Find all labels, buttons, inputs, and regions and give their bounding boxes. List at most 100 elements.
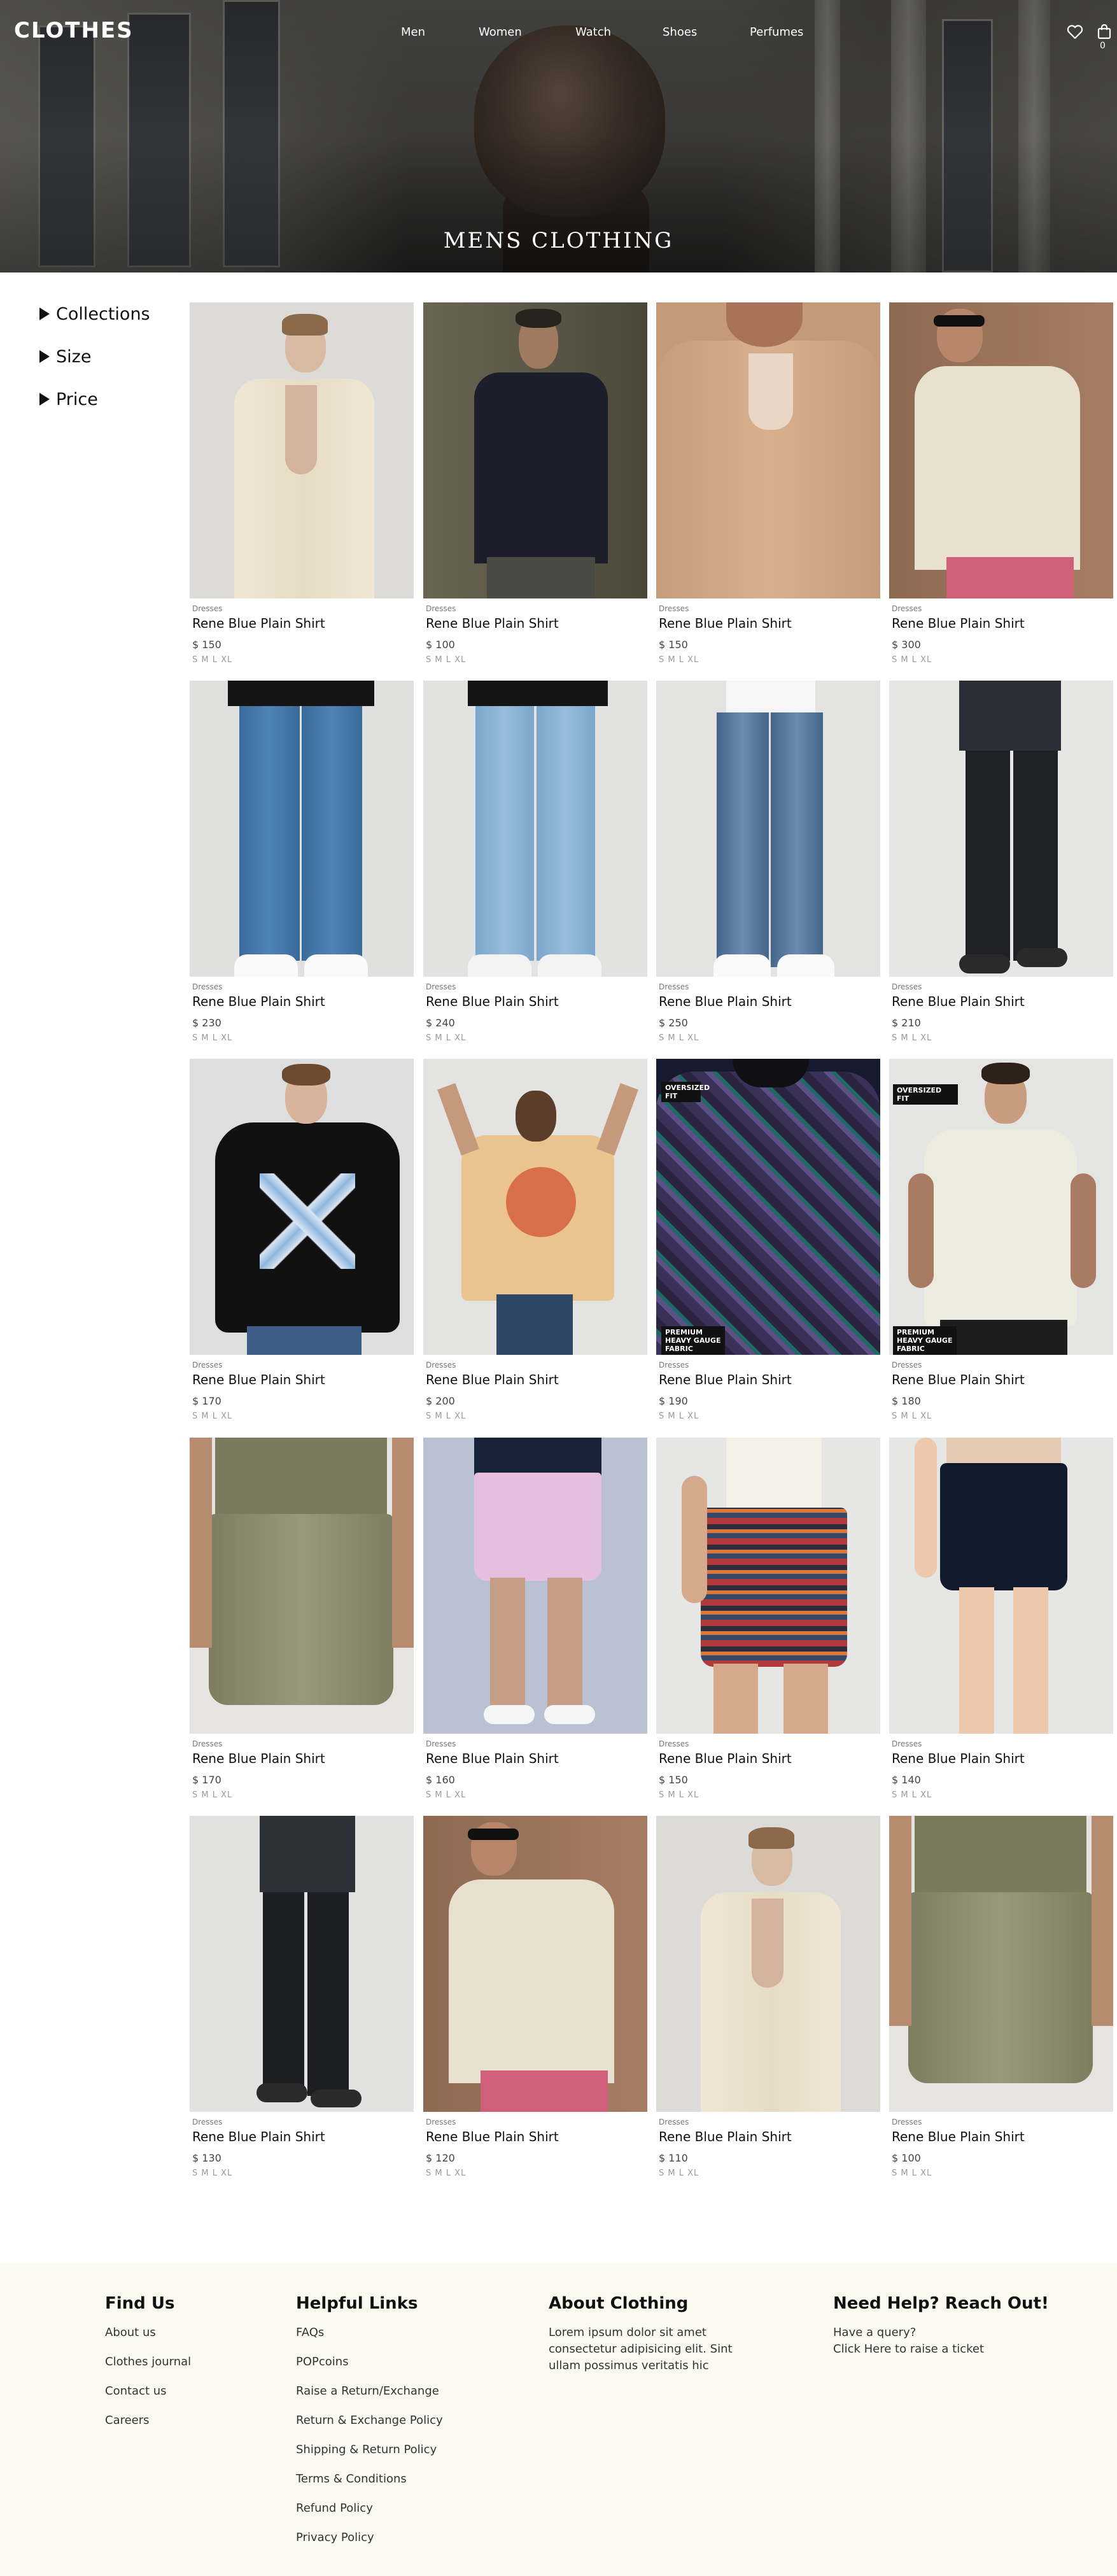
- product-card[interactable]: Dresses Rene Blue Plain Shirt $ 210 S M …: [889, 681, 1113, 1056]
- filter-size[interactable]: Size: [39, 347, 91, 367]
- product-image[interactable]: [423, 1059, 647, 1355]
- product-card[interactable]: OVERSIZED FIT PREMIUM HEAVY GAUGE FABRIC…: [656, 1059, 880, 1434]
- product-image[interactable]: [656, 1816, 880, 2112]
- nav-watch[interactable]: Watch: [575, 25, 611, 39]
- cart-icon[interactable]: [1097, 24, 1111, 39]
- footer-heading: About Clothing: [549, 2294, 689, 2313]
- product-image[interactable]: [190, 1059, 414, 1355]
- footer-link-careers[interactable]: Careers: [105, 2412, 191, 2442]
- footer-link-refund-policy[interactable]: Refund Policy: [296, 2500, 443, 2530]
- product-image[interactable]: OVERSIZED FIT PREMIUM HEAVY GAUGE FABRIC: [656, 1059, 880, 1355]
- footer-link-return-policy[interactable]: Return & Exchange Policy: [296, 2412, 443, 2442]
- product-card[interactable]: Dresses Rene Blue Plain Shirt $ 240 S M …: [423, 681, 647, 1056]
- page-title: MENS CLOTHING: [443, 228, 674, 253]
- product-card[interactable]: Dresses Rene Blue Plain Shirt $ 150 S M …: [190, 302, 414, 678]
- product-name[interactable]: Rene Blue Plain Shirt: [659, 616, 792, 631]
- product-name[interactable]: Rene Blue Plain Shirt: [426, 1372, 559, 1387]
- footer-link-contact-us[interactable]: Contact us: [105, 2383, 191, 2412]
- product-name[interactable]: Rene Blue Plain Shirt: [659, 1751, 792, 1766]
- product-name[interactable]: Rene Blue Plain Shirt: [426, 2129, 559, 2144]
- product-card[interactable]: Dresses Rene Blue Plain Shirt $ 170 S M …: [190, 1438, 414, 1813]
- product-card[interactable]: Dresses Rene Blue Plain Shirt $ 140 S M …: [889, 1438, 1113, 1813]
- footer-link-faqs[interactable]: FAQs: [296, 2325, 443, 2354]
- product-card[interactable]: Dresses Rene Blue Plain Shirt $ 110 S M …: [656, 1816, 880, 2191]
- product-category: Dresses: [192, 982, 223, 991]
- product-card[interactable]: Dresses Rene Blue Plain Shirt $ 250 S M …: [656, 681, 880, 1056]
- product-image[interactable]: [889, 302, 1113, 598]
- product-name[interactable]: Rene Blue Plain Shirt: [426, 1751, 559, 1766]
- product-name[interactable]: Rene Blue Plain Shirt: [892, 2129, 1025, 2144]
- product-name[interactable]: Rene Blue Plain Shirt: [659, 1372, 792, 1387]
- product-name[interactable]: Rene Blue Plain Shirt: [192, 994, 325, 1009]
- product-name[interactable]: Rene Blue Plain Shirt: [192, 1751, 325, 1766]
- product-sizes: S M L XL: [892, 1412, 932, 1421]
- product-category: Dresses: [892, 1739, 922, 1748]
- product-image[interactable]: [423, 302, 647, 598]
- product-image[interactable]: [190, 302, 414, 598]
- footer-link-raise-return[interactable]: Raise a Return/Exchange: [296, 2383, 443, 2412]
- product-image[interactable]: [656, 1438, 880, 1734]
- filter-price[interactable]: Price: [39, 390, 98, 409]
- heart-icon[interactable]: [1067, 24, 1083, 39]
- product-name[interactable]: Rene Blue Plain Shirt: [892, 994, 1025, 1009]
- product-image[interactable]: [190, 1816, 414, 2112]
- footer-link-terms[interactable]: Terms & Conditions: [296, 2471, 443, 2500]
- product-image[interactable]: [423, 1438, 647, 1734]
- product-price: $ 100: [892, 2152, 921, 2164]
- product-card[interactable]: Dresses Rene Blue Plain Shirt $ 100 S M …: [889, 1816, 1113, 2191]
- product-sizes: S M L XL: [426, 1033, 467, 1043]
- product-card[interactable]: Dresses Rene Blue Plain Shirt $ 200 S M …: [423, 1059, 647, 1434]
- footer-about: About Clothing Lorem ipsum dolor sit ame…: [549, 2294, 759, 2374]
- nav-men[interactable]: Men: [401, 25, 425, 39]
- product-image[interactable]: [190, 1438, 414, 1734]
- product-name[interactable]: Rene Blue Plain Shirt: [892, 1372, 1025, 1387]
- product-card[interactable]: OVERSIZED FIT PREMIUM HEAVY GAUGE FABRIC…: [889, 1059, 1113, 1434]
- product-card[interactable]: Dresses Rene Blue Plain Shirt $ 130 S M …: [190, 1816, 414, 2191]
- product-card[interactable]: Dresses Rene Blue Plain Shirt $ 230 S M …: [190, 681, 414, 1056]
- product-card[interactable]: Dresses Rene Blue Plain Shirt $ 150 S M …: [656, 1438, 880, 1813]
- product-card[interactable]: Dresses Rene Blue Plain Shirt $ 300 S M …: [889, 302, 1113, 678]
- product-name[interactable]: Rene Blue Plain Shirt: [426, 616, 559, 631]
- product-sizes: S M L XL: [426, 1412, 467, 1421]
- product-name[interactable]: Rene Blue Plain Shirt: [659, 994, 792, 1009]
- product-name[interactable]: Rene Blue Plain Shirt: [892, 616, 1025, 631]
- product-sizes: S M L XL: [426, 655, 467, 665]
- product-image[interactable]: [889, 681, 1113, 977]
- raise-ticket-link[interactable]: Click Here to raise a ticket: [833, 2341, 1043, 2358]
- product-image[interactable]: OVERSIZED FIT PREMIUM HEAVY GAUGE FABRIC: [889, 1059, 1113, 1355]
- product-name[interactable]: Rene Blue Plain Shirt: [659, 2129, 792, 2144]
- product-image[interactable]: [656, 681, 880, 977]
- product-price: $ 130: [192, 2152, 221, 2164]
- product-card[interactable]: Dresses Rene Blue Plain Shirt $ 160 S M …: [423, 1438, 647, 1813]
- product-category: Dresses: [192, 1739, 223, 1748]
- nav-women[interactable]: Women: [479, 25, 522, 39]
- footer-link-popcoins[interactable]: POPcoins: [296, 2354, 443, 2383]
- product-name[interactable]: Rene Blue Plain Shirt: [192, 2129, 325, 2144]
- product-image[interactable]: [423, 1816, 647, 2112]
- product-name[interactable]: Rene Blue Plain Shirt: [192, 1372, 325, 1387]
- filter-label: Collections: [56, 304, 150, 324]
- product-name[interactable]: Rene Blue Plain Shirt: [426, 994, 559, 1009]
- cart-count: 0: [1100, 41, 1106, 51]
- product-card[interactable]: Dresses Rene Blue Plain Shirt $ 150 S M …: [656, 302, 880, 678]
- footer-link-privacy-policy[interactable]: Privacy Policy: [296, 2530, 443, 2559]
- footer-link-shipping-policy[interactable]: Shipping & Return Policy: [296, 2442, 443, 2471]
- footer-about-text: Lorem ipsum dolor sit amet consectetur a…: [549, 2326, 733, 2372]
- product-image[interactable]: [889, 1438, 1113, 1734]
- product-name[interactable]: Rene Blue Plain Shirt: [892, 1751, 1025, 1766]
- product-card[interactable]: Dresses Rene Blue Plain Shirt $ 170 S M …: [190, 1059, 414, 1434]
- product-card[interactable]: Dresses Rene Blue Plain Shirt $ 120 S M …: [423, 1816, 647, 2191]
- product-image[interactable]: [190, 681, 414, 977]
- footer-link-clothes-journal[interactable]: Clothes journal: [105, 2354, 191, 2383]
- product-image[interactable]: [656, 302, 880, 598]
- site-footer: Find Us About us Clothes journal Contact…: [0, 2263, 1117, 2576]
- product-image[interactable]: [889, 1816, 1113, 2112]
- nav-perfumes[interactable]: Perfumes: [750, 25, 803, 39]
- footer-link-about-us[interactable]: About us: [105, 2325, 191, 2354]
- product-card[interactable]: Dresses Rene Blue Plain Shirt $ 100 S M …: [423, 302, 647, 678]
- nav-shoes[interactable]: Shoes: [663, 25, 697, 39]
- product-price: $ 180: [892, 1395, 921, 1407]
- product-name[interactable]: Rene Blue Plain Shirt: [192, 616, 325, 631]
- filter-collections[interactable]: Collections: [39, 304, 150, 324]
- product-image[interactable]: [423, 681, 647, 977]
